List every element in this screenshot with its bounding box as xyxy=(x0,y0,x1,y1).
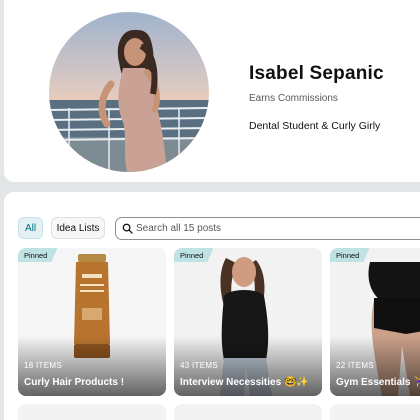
post-tile[interactable]: Pinned 43 ITEMS Interview Necessities 🤓✨ xyxy=(174,248,322,396)
post-title: Curly Hair Products ! xyxy=(24,377,125,388)
item-count: 18 ITEMS xyxy=(24,361,62,370)
search-placeholder: Search all 15 posts xyxy=(136,223,222,234)
profile-name: Isabel Sepanic xyxy=(249,63,384,84)
pinned-badge: Pinned xyxy=(18,248,57,262)
profile-card: Isabel Sepanic Earns Commissions Dental … xyxy=(4,0,420,182)
avatar xyxy=(49,12,209,172)
post-tile[interactable]: Pinned 22 ITEMS Gym Essentials 🏋️‍♀️ xyxy=(330,248,420,396)
post-tile-partial[interactable] xyxy=(174,404,322,420)
item-count: 22 ITEMS xyxy=(336,361,374,370)
post-tile-partial[interactable] xyxy=(18,404,166,420)
filter-all-button[interactable]: All xyxy=(18,217,43,239)
pinned-badge: Pinned xyxy=(174,248,213,262)
post-tile[interactable]: Pinned 18 ITEMS Curly Hair Products ! xyxy=(18,248,166,396)
post-title: Gym Essentials 🏋️‍♀️ xyxy=(336,377,420,388)
post-title: Interview Necessities 🤓✨ xyxy=(180,377,309,388)
profile-bio: Dental Student & Curly Girly xyxy=(249,120,381,132)
item-count: 43 ITEMS xyxy=(180,361,218,370)
search-input[interactable]: Search all 15 posts xyxy=(115,217,420,240)
storefront-page: Isabel Sepanic Earns Commissions Dental … xyxy=(0,0,420,420)
search-icon xyxy=(122,223,133,234)
post-tile-partial[interactable] xyxy=(330,404,420,420)
pinned-badge: Pinned xyxy=(330,248,369,262)
earns-commissions-label: Earns Commissions xyxy=(249,93,338,104)
filter-idea-lists-button[interactable]: Idea Lists xyxy=(51,217,105,239)
